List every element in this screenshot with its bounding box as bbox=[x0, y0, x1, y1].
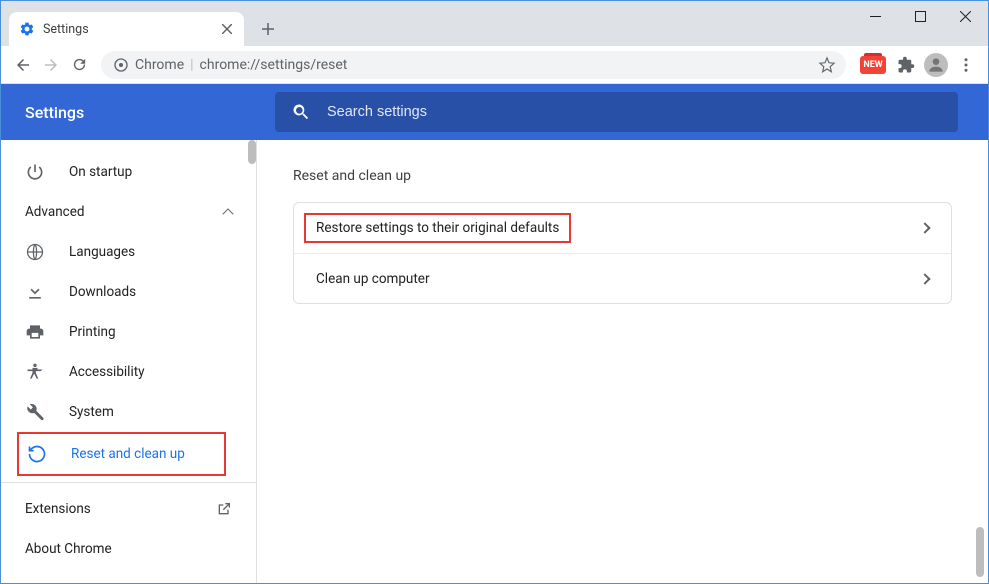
restore-icon bbox=[27, 444, 47, 464]
search-settings-wrap[interactable] bbox=[275, 92, 958, 132]
highlight-restore-row: Restore settings to their original defau… bbox=[304, 213, 571, 243]
close-tab-icon[interactable] bbox=[222, 24, 232, 34]
url-text: chrome://settings/reset bbox=[200, 57, 348, 73]
sidebar-item-languages[interactable]: Languages bbox=[1, 232, 256, 272]
sidebar-item-label: Accessibility bbox=[69, 364, 145, 380]
window-controls bbox=[853, 1, 988, 31]
section-header: Reset and clean up bbox=[293, 168, 952, 184]
chrome-menu-button[interactable] bbox=[952, 51, 980, 79]
back-button[interactable] bbox=[9, 51, 37, 79]
new-tab-button[interactable] bbox=[254, 15, 282, 43]
search-input[interactable] bbox=[327, 104, 942, 120]
sidebar-item-label: Printing bbox=[69, 324, 116, 340]
browser-tab[interactable]: Settings bbox=[9, 12, 244, 46]
main-content: Reset and clean up Restore settings to t… bbox=[257, 140, 988, 583]
sidebar-item-system[interactable]: System bbox=[1, 392, 256, 432]
forward-button[interactable] bbox=[37, 51, 65, 79]
search-icon bbox=[291, 102, 309, 122]
row-cleanup-computer[interactable]: Clean up computer bbox=[294, 253, 951, 303]
sidebar-item-label: System bbox=[69, 404, 114, 420]
sidebar-item-about[interactable]: About Chrome bbox=[1, 529, 256, 569]
row-label: Clean up computer bbox=[316, 271, 430, 287]
sidebar-item-label: Downloads bbox=[69, 284, 136, 300]
url-divider: | bbox=[190, 57, 193, 73]
reload-button[interactable] bbox=[65, 51, 93, 79]
sidebar-item-label: About Chrome bbox=[25, 541, 112, 557]
settings-card: Restore settings to their original defau… bbox=[293, 202, 952, 304]
sidebar-divider bbox=[1, 482, 256, 483]
maximize-button[interactable] bbox=[898, 1, 943, 31]
settings-header: Settings bbox=[1, 84, 988, 140]
download-icon bbox=[25, 282, 45, 302]
chevron-up-icon bbox=[222, 208, 233, 219]
sidebar-item-label: Languages bbox=[69, 244, 135, 260]
chevron-right-icon bbox=[919, 222, 930, 233]
sidebar-section-advanced[interactable]: Advanced bbox=[1, 192, 256, 232]
printer-icon bbox=[25, 322, 45, 342]
page-title: Settings bbox=[25, 103, 275, 122]
sidebar-item-label: On startup bbox=[69, 164, 132, 180]
extensions-button[interactable] bbox=[892, 51, 920, 79]
sidebar-item-reset[interactable]: Reset and clean up bbox=[19, 434, 224, 474]
sidebar-item-accessibility[interactable]: Accessibility bbox=[1, 352, 256, 392]
accessibility-icon bbox=[25, 362, 45, 382]
globe-icon bbox=[25, 242, 45, 262]
sidebar-item-label: Extensions bbox=[25, 501, 91, 517]
close-window-button[interactable] bbox=[943, 1, 988, 31]
bookmark-star-icon[interactable] bbox=[818, 56, 834, 74]
omnibox[interactable]: Chrome | chrome://settings/reset bbox=[101, 51, 846, 79]
site-info-icon[interactable] bbox=[113, 57, 129, 73]
main-scrollbar[interactable] bbox=[976, 527, 984, 577]
extension-new-badge[interactable]: NEW bbox=[860, 56, 886, 74]
chevron-right-icon bbox=[919, 273, 930, 284]
sidebar-scrollbar[interactable] bbox=[248, 140, 256, 164]
address-bar: Chrome | chrome://settings/reset NEW bbox=[1, 46, 988, 84]
row-label: Restore settings to their original defau… bbox=[316, 220, 559, 236]
tab-title: Settings bbox=[43, 22, 89, 37]
power-icon bbox=[25, 162, 45, 182]
sidebar-item-printing[interactable]: Printing bbox=[1, 312, 256, 352]
highlight-sidebar-reset: Reset and clean up bbox=[17, 432, 226, 476]
row-restore-defaults[interactable]: Restore settings to their original defau… bbox=[294, 203, 951, 253]
sidebar-item-on-startup[interactable]: On startup bbox=[1, 152, 256, 192]
sidebar: On startup Advanced Languages Downloads … bbox=[1, 140, 257, 583]
titlebar: Settings bbox=[1, 1, 988, 46]
profile-avatar-button[interactable] bbox=[924, 53, 948, 77]
open-external-icon bbox=[216, 501, 232, 517]
sidebar-item-downloads[interactable]: Downloads bbox=[1, 272, 256, 312]
sidebar-item-extensions[interactable]: Extensions bbox=[1, 489, 256, 529]
url-scheme-label: Chrome bbox=[135, 57, 184, 73]
sidebar-item-label: Advanced bbox=[25, 204, 85, 220]
gear-icon bbox=[19, 21, 35, 37]
wrench-icon bbox=[25, 402, 45, 422]
minimize-button[interactable] bbox=[853, 1, 898, 31]
sidebar-item-label: Reset and clean up bbox=[71, 446, 185, 462]
